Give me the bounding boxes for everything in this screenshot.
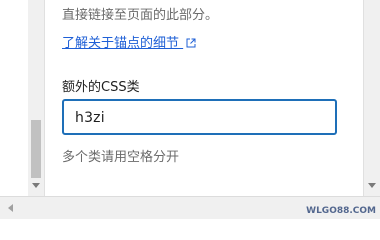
watermark: WLGO88.COM: [306, 206, 376, 216]
right-scrollbar[interactable]: [363, 0, 380, 196]
learn-more-link-text[interactable]: 了解关于锚点的细节: [62, 36, 179, 51]
left-scrollbar[interactable]: [28, 0, 45, 196]
css-class-input-value[interactable]: h3zi: [75, 110, 105, 126]
anchor-description: 直接链接至页面的此部分。: [62, 8, 219, 23]
css-class-help-text: 多个类请用空格分开: [62, 150, 180, 165]
css-class-input[interactable]: h3zi: [62, 99, 337, 135]
learn-more-anchors-link[interactable]: 了解关于锚点的细节: [62, 32, 196, 52]
css-class-label: 额外的CSS类: [62, 80, 140, 95]
settings-panel-viewport: 直接链接至页面的此部分。 了解关于锚点的细节 额外的CSS类 h3zi 多个类请…: [0, 0, 380, 219]
external-link-icon: [186, 37, 196, 52]
scroll-left-arrow-icon[interactable]: [8, 204, 13, 212]
scroll-down-arrow-icon[interactable]: [368, 183, 376, 188]
left-scrollbar-thumb[interactable]: [31, 120, 41, 178]
scroll-down-arrow-icon[interactable]: [32, 183, 40, 188]
